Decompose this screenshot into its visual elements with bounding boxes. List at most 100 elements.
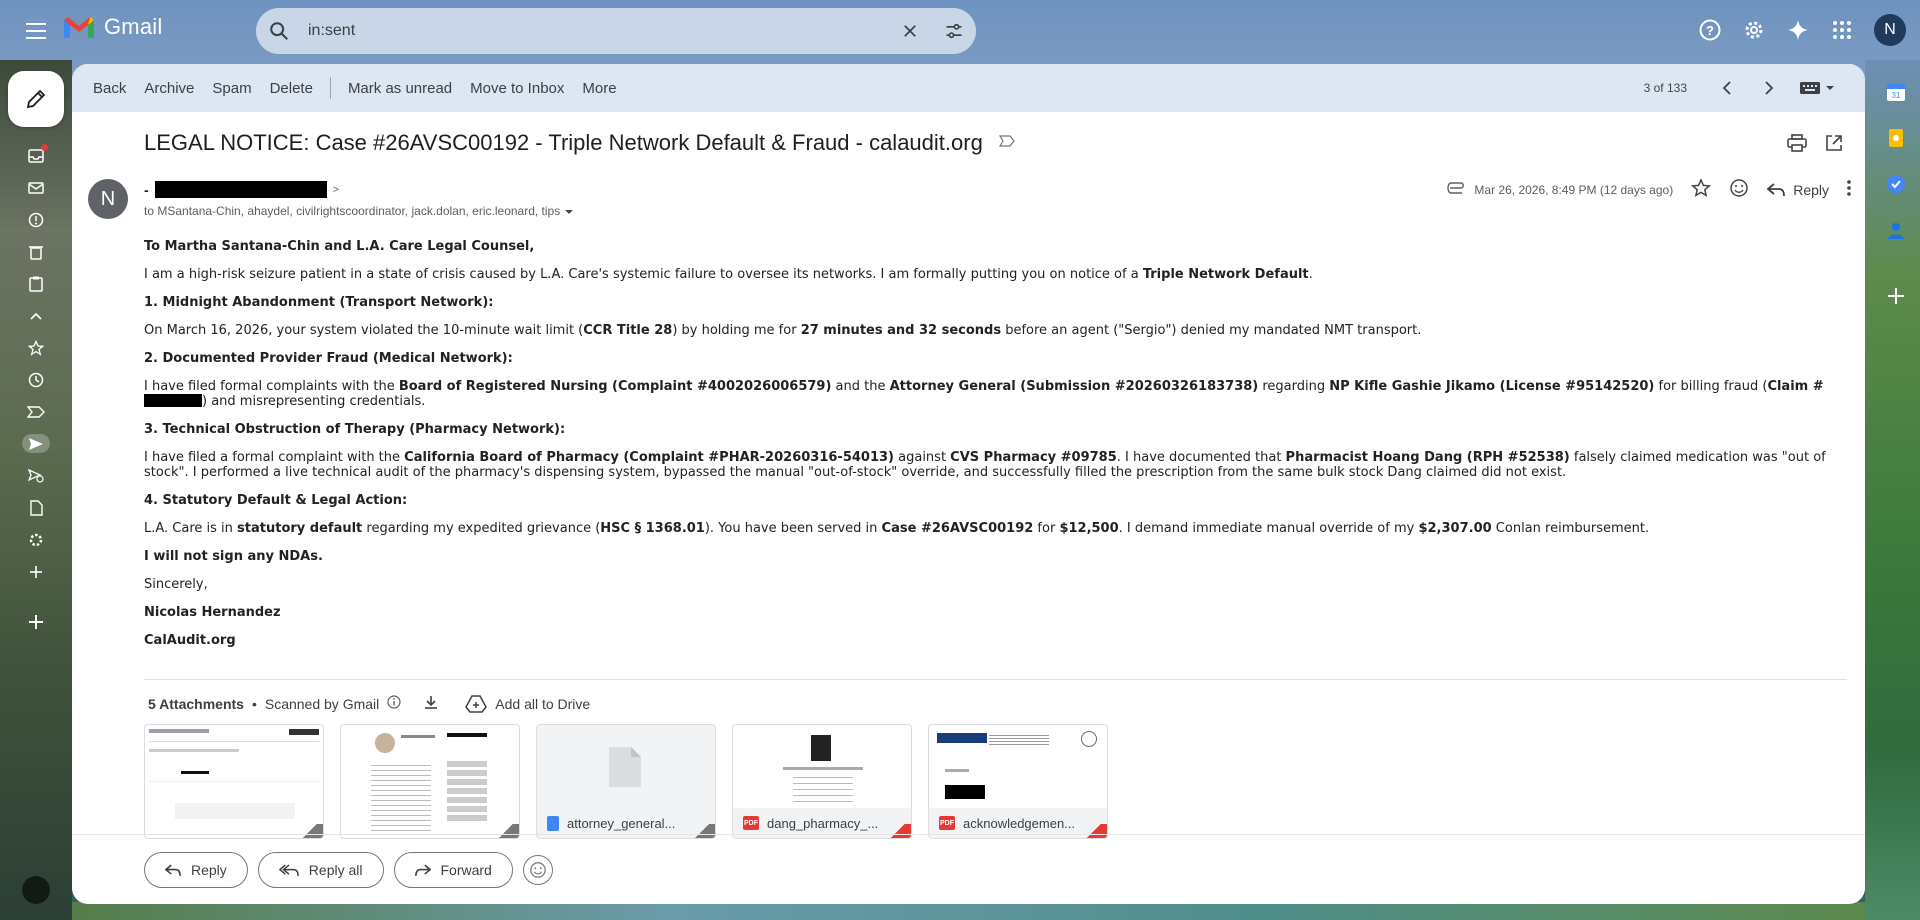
tasks-icon[interactable] [1884, 172, 1908, 196]
help-icon[interactable]: ? [1692, 12, 1728, 48]
clipboard-icon[interactable] [22, 274, 50, 293]
sent-icon[interactable] [22, 434, 50, 453]
search-bar [256, 8, 976, 54]
mark-unread-button[interactable]: Mark as unread [339, 74, 461, 103]
body-para-1: On March 16, 2026, your system violated … [144, 323, 1422, 338]
drafts-icon[interactable] [22, 498, 50, 517]
reply-button-header[interactable]: Reply [1767, 182, 1829, 198]
body-greeting: To Martha Santana-Chin and L.A. Care Leg… [144, 239, 535, 254]
thumbnail-corner [1081, 824, 1107, 838]
search-input[interactable] [302, 8, 888, 54]
attachment-thumbnail-3[interactable]: attorney_general... [536, 724, 716, 839]
gemini-icon[interactable] [1780, 12, 1816, 48]
calendar-icon[interactable]: 31 [1884, 80, 1908, 104]
forward-button[interactable]: Forward [393, 852, 513, 888]
attachment-thumbnail-2[interactable] [340, 724, 520, 839]
add-all-to-drive-label: Add all to Drive [495, 695, 591, 712]
get-addons-icon[interactable] [1884, 284, 1908, 308]
print-icon[interactable] [1787, 134, 1807, 157]
delete-button[interactable]: Delete [261, 74, 322, 103]
scheduled-icon[interactable] [22, 466, 50, 485]
download-all-icon[interactable] [423, 694, 439, 713]
input-tools-button[interactable] [1799, 81, 1835, 95]
account-avatar[interactable]: N [1874, 14, 1906, 46]
search-options-icon[interactable] [932, 9, 976, 53]
body-signature-name: Nicolas Hernandez [144, 605, 281, 620]
attachment-thumbnails: attorney_general... PDF dang_pharmacy_..… [144, 724, 1108, 839]
search-icon[interactable] [256, 8, 302, 54]
forward-button-label: Forward [440, 862, 492, 878]
add-label-icon[interactable] [22, 612, 50, 631]
star-icon[interactable] [1691, 178, 1712, 201]
dropdown-caret-icon [1826, 86, 1834, 90]
thumbnail-corner [493, 824, 519, 838]
more-options-icon[interactable] [1847, 180, 1851, 199]
starred-icon[interactable] [22, 338, 50, 357]
back-button[interactable]: Back [84, 74, 135, 103]
toolbar-right: 3 of 133 [1644, 64, 1835, 112]
emoji-reaction-button[interactable] [522, 855, 553, 885]
pager-count: 3 of 133 [1643, 81, 1687, 95]
thumbnail-preview [145, 725, 323, 838]
sender-avatar[interactable]: N [88, 179, 128, 219]
important-icon[interactable] [22, 402, 50, 421]
all-mail-icon[interactable] [22, 178, 50, 197]
important-marker-icon[interactable] [998, 134, 1015, 152]
email-body: To Martha Santana-Chin and L.A. Care Leg… [144, 239, 1834, 661]
snoozed-icon[interactable] [22, 370, 50, 389]
open-in-new-window-icon[interactable] [1825, 134, 1843, 157]
status-indicator-icon[interactable] [22, 876, 50, 904]
apps-grid-icon[interactable] [1824, 12, 1860, 48]
show-details-caret-icon[interactable] [564, 204, 574, 218]
subject-row: LEGAL NOTICE: Case #26AVSC00192 - Triple… [144, 130, 1015, 156]
attachments-header: 5 Attachments • Scanned by Gmail Add all… [148, 694, 590, 713]
trash-icon[interactable] [22, 242, 50, 261]
newer-chevron-icon[interactable] [1715, 76, 1739, 100]
file-name-4: dang_pharmacy_... [767, 815, 879, 831]
main-menu-icon[interactable] [18, 16, 54, 46]
add-reaction-icon[interactable] [1729, 178, 1749, 201]
thumbnail-preview [341, 725, 519, 838]
email-toolbar: Back Archive Spam Delete Mark as unread … [72, 64, 1865, 112]
scanned-label: Scanned by Gmail [264, 695, 380, 712]
body-intro: I am a high-risk seizure patient in a st… [144, 267, 1313, 282]
keep-icon[interactable] [1884, 126, 1908, 150]
collapse-icon[interactable] [22, 306, 50, 325]
smiley-icon [530, 862, 546, 878]
info-icon[interactable] [387, 695, 401, 712]
reply-button[interactable]: Reply [144, 852, 248, 888]
contacts-icon[interactable] [1884, 218, 1908, 242]
manage-labels-icon[interactable] [22, 530, 50, 549]
reply-all-button-label: Reply all [308, 862, 363, 878]
older-chevron-icon[interactable] [1757, 76, 1781, 100]
move-to-inbox-button[interactable]: Move to Inbox [461, 74, 573, 103]
reply-label: Reply [1793, 181, 1829, 198]
body-para-2: I have filed formal complaints with the … [144, 379, 1824, 409]
compose-button[interactable] [8, 71, 64, 127]
add-all-to-drive-button[interactable]: Add all to Drive [465, 694, 591, 713]
attachment-thumbnail-4[interactable]: PDF dang_pharmacy_... [732, 724, 912, 839]
inbox-icon[interactable] [22, 144, 50, 165]
settings-icon[interactable] [1736, 12, 1772, 48]
create-label-icon[interactable] [22, 562, 50, 581]
archive-button[interactable]: Archive [135, 74, 203, 103]
right-side-panel: 31 [1884, 80, 1908, 308]
spam-icon[interactable] [22, 210, 50, 229]
drive-add-icon [465, 694, 488, 713]
spam-button[interactable]: Spam [203, 74, 260, 103]
reply-all-button[interactable]: Reply all [257, 852, 384, 888]
file-name-5: acknowledgemen... [963, 815, 1076, 831]
attachment-thumbnail-5[interactable]: PDF acknowledgemen... [928, 724, 1108, 839]
recipients-text: to MSantana-Chin, ahaydel, civilrightsco… [144, 204, 561, 218]
clear-search-icon[interactable] [888, 9, 932, 53]
pdf-file-icon: PDF [939, 816, 955, 830]
attachment-thumbnail-1[interactable] [144, 724, 324, 839]
body-closing: Sincerely, [144, 577, 208, 592]
subject-actions [1787, 134, 1843, 157]
more-button[interactable]: More [573, 74, 625, 103]
gmail-logo[interactable]: Gmail [62, 14, 162, 40]
thumbnail-corner [689, 824, 715, 838]
reply-actions: Reply Reply all Forward [144, 852, 553, 888]
sender-name[interactable]: - [144, 182, 149, 198]
email-subject: LEGAL NOTICE: Case #26AVSC00192 - Triple… [144, 130, 983, 155]
